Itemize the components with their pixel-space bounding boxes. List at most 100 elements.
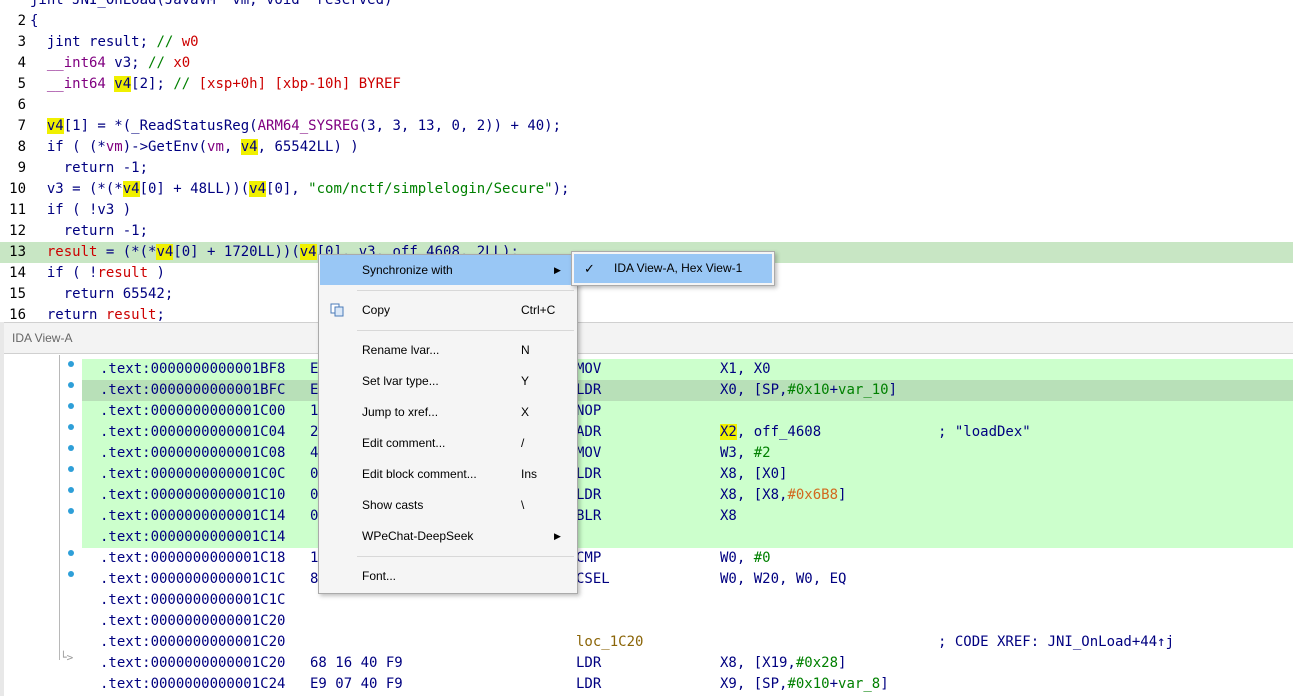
- operand-token: X1, X0: [720, 361, 771, 377]
- disassembly-line[interactable]: .text:0000000000001C1C80CSELW0, W20, W0,…: [82, 569, 1293, 590]
- breakpoint-dot-icon[interactable]: [68, 466, 74, 472]
- menu-item-shortcut: Ins: [521, 467, 538, 481]
- opcode-bytes: E9 07 40 F9: [310, 676, 403, 692]
- pseudocode-line[interactable]: 7 v4[1] = *(_ReadStatusReg(ARM64_SYSREG(…: [0, 116, 1293, 137]
- submenu-item-ida-view-hex-view[interactable]: ✓ IDA View-A, Hex View-1: [574, 254, 772, 283]
- menu-copy[interactable]: Copy Ctrl+C: [320, 295, 576, 325]
- code-token: return 65542;: [30, 286, 174, 302]
- menu-set-lvar-type[interactable]: Set lvar type... Y: [320, 366, 576, 396]
- disassembly-line[interactable]: .text:0000000000001C20 68 16 40 F9 LDR X8, …: [82, 653, 1293, 674]
- pseudocode-line[interactable]: 16 return result;: [0, 305, 1293, 322]
- code-token: w0: [181, 34, 199, 50]
- code-token: [0] + 48LL))(: [139, 181, 250, 197]
- pseudocode-line[interactable]: 15 return 65542;: [0, 284, 1293, 305]
- operand-token: #0x28: [795, 655, 839, 671]
- ida-view-tab-header[interactable]: IDA View-A: [4, 322, 1293, 354]
- line-number: 16: [9, 307, 26, 322]
- flow-arrow-icon: └>: [60, 651, 74, 664]
- menu-jump-to-xref[interactable]: Jump to xref... X: [320, 397, 576, 427]
- code-token: jint: [30, 34, 90, 50]
- code-token: //: [173, 76, 199, 92]
- line-number: 6: [17, 97, 26, 113]
- breakpoint-dot-icon[interactable]: [68, 550, 74, 556]
- menu-show-casts[interactable]: Show casts \: [320, 490, 576, 520]
- menu-separator: [357, 556, 574, 557]
- code-token: //: [156, 34, 182, 50]
- code-token: result: [97, 265, 149, 281]
- operands: X8, [X19,#0x28]: [720, 653, 846, 674]
- operands: X8, [X8,#0x6B8]: [720, 485, 846, 506]
- breakpoint-dot-icon[interactable]: [68, 487, 74, 493]
- operand-token: X8: [720, 508, 737, 524]
- disassembly-line[interactable]: .text:0000000000001C24 E9 07 40 F9 LDR X9, …: [82, 674, 1293, 695]
- disassembly-line[interactable]: .text:0000000000001C1400BLRX8: [82, 506, 1293, 527]
- menu-item-label: Set lvar type...: [362, 374, 439, 388]
- pseudocode-line[interactable]: 2{: [0, 11, 1293, 32]
- disassembly-line[interactable]: .text:0000000000001C20: [82, 611, 1293, 632]
- pseudocode-line[interactable]: 10 v3 = (*(*v4[0] + 48LL))(v4[0], "com/n…: [0, 179, 1293, 200]
- code-token: ,: [223, 139, 241, 155]
- disassembly-line[interactable]: .text:0000000000001C1C: [82, 590, 1293, 611]
- code-token: v3 = (*(*: [30, 181, 123, 197]
- pseudocode-line[interactable]: 5 __int64 v4[2]; // [xsp+0h] [xbp-10h] B…: [0, 74, 1293, 95]
- disassembly-line[interactable]: .text:0000000000001C0843MOVW3, #2: [82, 443, 1293, 464]
- disassembly-line[interactable]: .text:0000000000001BF8E1MOVX1, X0: [82, 359, 1293, 380]
- highlighted-token: v4: [240, 139, 258, 155]
- operands: X1, X0: [720, 359, 771, 380]
- pseudocode-line[interactable]: 11 if ( !v3 ): [0, 200, 1293, 221]
- pseudocode-line[interactable]: 9 return -1;: [0, 158, 1293, 179]
- menu-wpechat-deepseek[interactable]: WPeChat-DeepSeek ▶: [320, 521, 576, 551]
- disassembly-line[interactable]: .text:0000000000001C1008LDRX8, [X8,#0x6B…: [82, 485, 1293, 506]
- operand-token: +: [829, 676, 839, 692]
- breakpoint-dot-icon[interactable]: [68, 424, 74, 430]
- operands: W0, W20, W0, EQ: [720, 569, 846, 590]
- line-number: 12: [9, 223, 26, 239]
- address: .text:0000000000001BFC: [100, 382, 286, 398]
- breakpoint-dot-icon[interactable]: [68, 403, 74, 409]
- menu-item-label: Rename lvar...: [362, 343, 440, 357]
- mnemonic: MOV: [576, 445, 602, 461]
- disassembly-line[interactable]: .text:0000000000001C001FNOP: [82, 401, 1293, 422]
- disassembly-line[interactable]: .text:0000000000001BFCE0LDRX0, [SP,#0x10…: [82, 380, 1293, 401]
- pseudocode-line[interactable]: 3 jint result; // w0: [0, 32, 1293, 53]
- operands: X8, [X0]: [720, 464, 787, 485]
- disassembly-line[interactable]: .text:0000000000001C181FCMPW0, #0: [82, 548, 1293, 569]
- menu-synchronize-with[interactable]: Synchronize with ▶: [320, 255, 576, 285]
- operand-token: W0,: [720, 550, 754, 566]
- code-token: ;: [139, 34, 157, 50]
- code-token: return -1;: [30, 160, 149, 176]
- pseudocode-line[interactable]: 12 return -1;: [0, 221, 1293, 242]
- pseudocode-line[interactable]: 8 if ( (*vm)->GetEnv(vm, v4, 65542LL) ): [0, 137, 1293, 158]
- disassembly-line[interactable]: .text:0000000000001C0422ADRX2, off_4608;…: [82, 422, 1293, 443]
- pseudocode-line[interactable]: 6: [0, 95, 1293, 116]
- code-token: [0],: [266, 181, 309, 197]
- disassembly-line[interactable]: .text:0000000000001C14: [82, 527, 1293, 548]
- disassembly-line[interactable]: .text:0000000000001C0C08LDRX8, [X0]: [82, 464, 1293, 485]
- address: .text:0000000000001C14: [100, 529, 286, 545]
- submenu-item-label: IDA View-A, Hex View-1: [614, 261, 743, 275]
- menu-rename-lvar[interactable]: Rename lvar... N: [320, 335, 576, 365]
- operand-token: #0x6B8: [787, 487, 839, 503]
- comment: ; "loadDex": [938, 424, 1031, 440]
- menu-edit-block-comment[interactable]: Edit block comment... Ins: [320, 459, 576, 489]
- breakpoint-dot-icon[interactable]: [68, 361, 74, 367]
- breakpoint-dot-icon[interactable]: [68, 571, 74, 577]
- mnemonic: LDR: [576, 676, 602, 692]
- breakpoint-dot-icon[interactable]: [68, 508, 74, 514]
- disassembly-line[interactable]: .text:0000000000001C20 loc_1C20 ; CODE XRE…: [82, 632, 1293, 653]
- code-token: vm: [105, 139, 123, 155]
- pseudocode-line[interactable]: 4 __int64 v3; // x0: [0, 53, 1293, 74]
- menu-edit-comment[interactable]: Edit comment... /: [320, 428, 576, 458]
- mnemonic: MOV: [576, 361, 602, 377]
- operands: X2, off_4608: [720, 422, 821, 443]
- submenu-arrow-icon: ▶: [554, 265, 561, 275]
- opcode-bytes: 68 16 40 F9: [310, 655, 403, 671]
- ida-disassembly-view[interactable]: └> .text:0000000000001BF8E1MOVX1, X0.tex…: [4, 355, 1293, 696]
- code-token: result: [89, 34, 140, 50]
- menu-font[interactable]: Font...: [320, 561, 576, 591]
- breakpoint-dot-icon[interactable]: [68, 382, 74, 388]
- code-token: __int64: [30, 55, 115, 71]
- breakpoint-dot-icon[interactable]: [68, 445, 74, 451]
- mnemonic: CMP: [576, 550, 602, 566]
- pseudocode-line[interactable]: jint JNI_OnLoad(JavaVM *vm, void *reserv…: [0, 0, 1293, 11]
